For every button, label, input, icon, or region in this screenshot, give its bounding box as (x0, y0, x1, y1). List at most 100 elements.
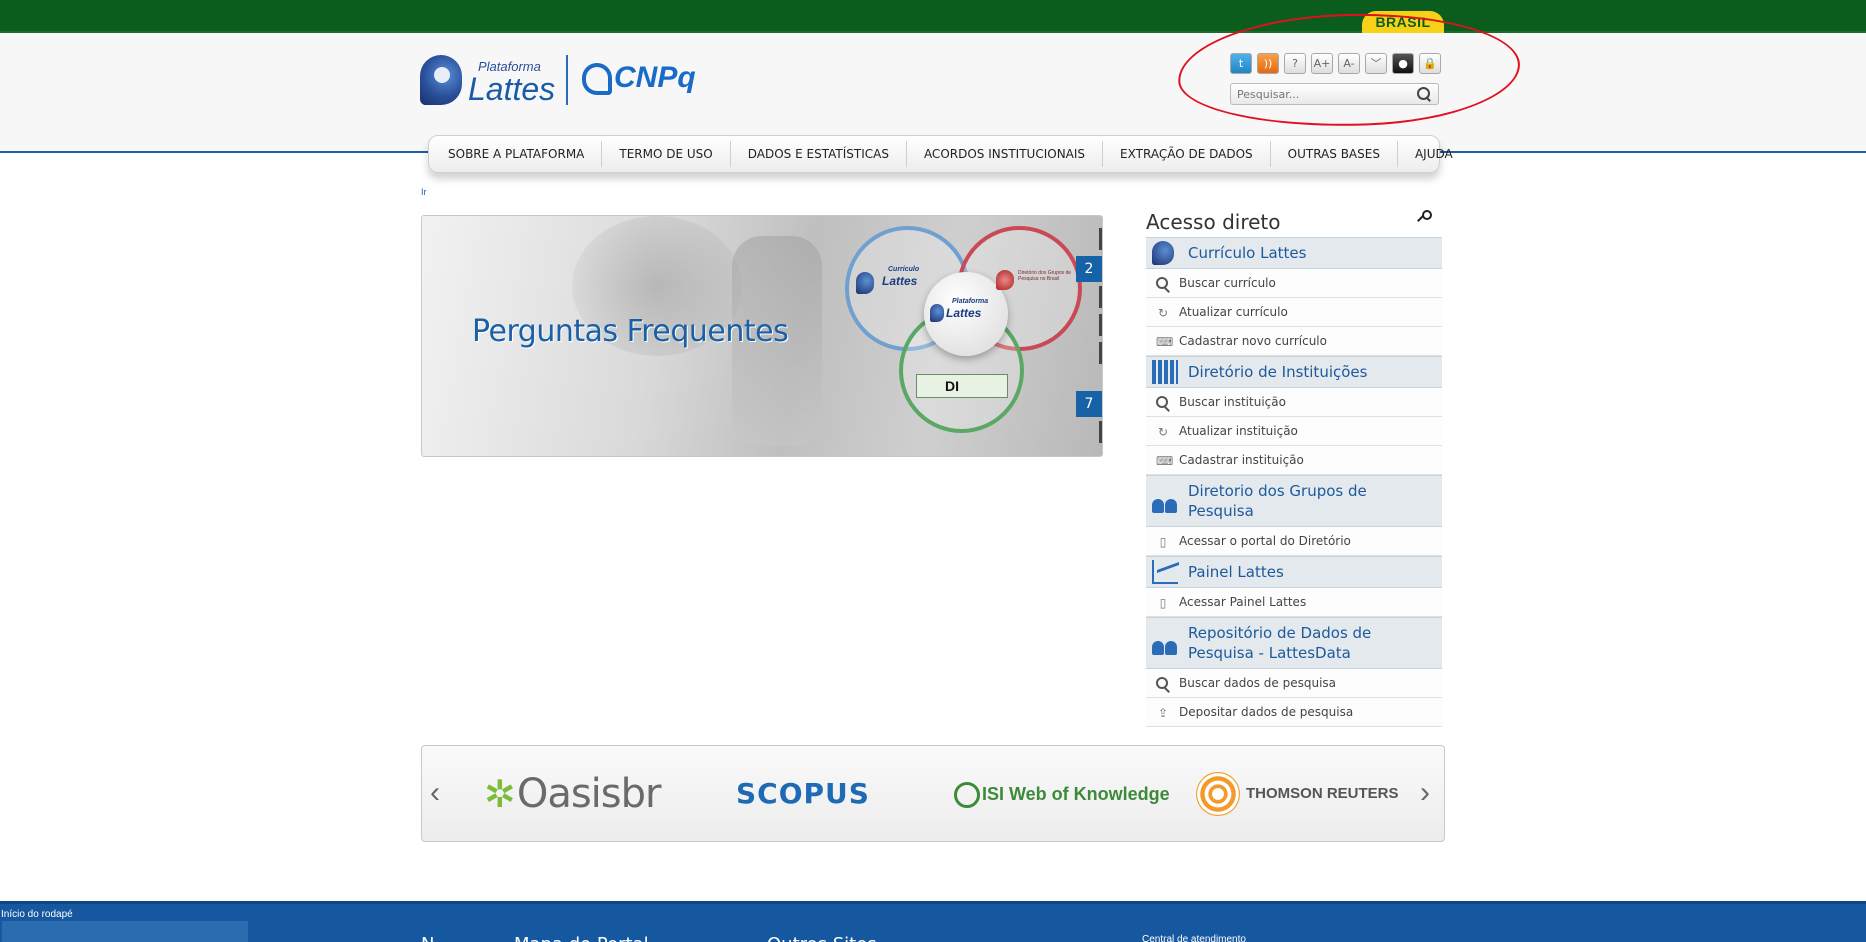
refresh-icon: ↻ (1157, 425, 1169, 439)
refresh-icon: ↻ (1157, 306, 1169, 320)
section-repositorio-dados[interactable]: Repositório de Dados de Pesquisa - Latte… (1146, 617, 1442, 669)
nav-item-acordos[interactable]: ACORDOS INSTITUCIONAIS (907, 141, 1104, 167)
search-box (1230, 83, 1439, 105)
chevron-right-icon[interactable]: › (1420, 778, 1436, 808)
font-increase-icon[interactable]: A+ (1311, 53, 1333, 74)
link-depositar-dados[interactable]: ⇪ Depositar dados de pesquisa (1146, 698, 1442, 727)
link-label: Atualizar instituição (1179, 424, 1298, 438)
partner-label: Oasisbr (516, 771, 662, 817)
banner-curriculo-label: Currículo (888, 266, 920, 273)
nav-item-termo[interactable]: TERMO DE USO (602, 141, 731, 167)
section-diretorio-instituicoes[interactable]: Diretório de Instituições (1146, 356, 1442, 388)
link-label: Depositar dados de pesquisa (1179, 705, 1354, 719)
slide-tab[interactable] (1099, 421, 1102, 443)
search-icon (1156, 396, 1170, 410)
main-nav: SOBRE A PLATAFORMA TERMO DE USO DADOS E … (428, 135, 1453, 173)
partner-oasisbr[interactable]: ✲Oasisbr (484, 771, 662, 817)
link-atualizar-curriculo[interactable]: ↻ Atualizar currículo (1146, 298, 1442, 327)
slide-tab[interactable] (1099, 342, 1102, 364)
acesso-direto-panel: Acesso direto Currículo Lattes Buscar cu… (1146, 207, 1442, 727)
search-icon[interactable] (1416, 86, 1432, 102)
footer-heading-outros[interactable]: Outros Sites (767, 934, 877, 942)
link-cadastrar-instituicao[interactable]: ⌨ Cadastrar instituição (1146, 446, 1442, 475)
mouse-icon: ▯ (1159, 535, 1167, 549)
hero-banner[interactable]: Perguntas Frequentes Currículo Lattes Pl… (421, 215, 1103, 457)
link-buscar-dados[interactable]: Buscar dados de pesquisa (1146, 669, 1442, 698)
building-icon (1152, 360, 1178, 384)
section-curriculo-lattes[interactable]: Currículo Lattes (1146, 237, 1442, 269)
acesso-direto-heading: Acesso direto (1146, 207, 1442, 237)
nav-item-dados[interactable]: DADOS E ESTATÍSTICAS (731, 141, 907, 167)
isi-ring-icon (954, 782, 980, 809)
banner-plataforma-label: Plataforma (952, 298, 989, 305)
link-acessar-painel[interactable]: ▯ Acessar Painel Lattes (1146, 588, 1442, 617)
font-decrease-icon[interactable]: A- (1338, 53, 1360, 74)
section-diretorio-grupos[interactable]: Diretorio dos Grupos de Pesquisa (1146, 475, 1442, 527)
lattes-logo-name: Lattes (468, 71, 556, 107)
contrast-icon[interactable]: ● (1392, 53, 1414, 74)
banner-title: Perguntas Frequentes (472, 314, 789, 349)
partner-scopus[interactable]: SCOPUS (736, 772, 870, 816)
partner-label: SCOPUS (736, 777, 870, 810)
cnpq-logo[interactable]: CNPq (582, 61, 696, 96)
nav-item-sobre[interactable]: SOBRE A PLATAFORMA (431, 141, 603, 167)
site-footer: Início do rodapé N Mapa do Portal Outros… (0, 901, 1866, 942)
footer-central-atendimento[interactable]: Central de atendimento (1142, 934, 1246, 942)
footer-heading-mapa[interactable]: Mapa do Portal (514, 934, 649, 942)
section-painel-lattes[interactable]: Painel Lattes (1146, 556, 1442, 588)
accessibility-toolbar: t )) ? A+ A- ﹀ ● 🔒 (1230, 53, 1441, 75)
chevron-left-icon[interactable]: ‹ (430, 778, 446, 808)
mouse-icon: ▯ (1159, 596, 1167, 610)
thomson-sun-icon (1196, 772, 1240, 817)
chevron-down-icon[interactable]: ﹀ (1365, 53, 1387, 74)
section-title: Diretorio dos Grupos de Pesquisa (1188, 482, 1367, 520)
search-input[interactable] (1237, 87, 1407, 102)
search-icon (1156, 277, 1170, 291)
slide-tab[interactable] (1099, 228, 1102, 250)
footer-box (2, 921, 248, 942)
wrench-icon[interactable] (1416, 210, 1432, 223)
banner-di-logo: DI (916, 374, 1008, 398)
people-icon (1152, 489, 1178, 513)
logo-divider (566, 55, 568, 105)
partner-label: THOMSON REUTERS (1246, 785, 1399, 802)
curriculo-pin-icon (856, 272, 874, 294)
nav-item-extracao[interactable]: EXTRAÇÃO DE DADOS (1103, 141, 1271, 167)
slide-tab[interactable] (1099, 286, 1102, 308)
link-label: Acessar o portal do Diretório (1179, 534, 1351, 548)
link-atualizar-instituicao[interactable]: ↻ Atualizar instituição (1146, 417, 1442, 446)
search-icon (1156, 677, 1170, 691)
link-acessar-diretorio[interactable]: ▯ Acessar o portal do Diretório (1146, 527, 1442, 556)
twitter-icon[interactable]: t (1230, 53, 1252, 74)
dgp-pin-icon (996, 270, 1014, 290)
slide-tab[interactable] (1099, 314, 1102, 336)
slide-number-2[interactable]: 2 (1076, 256, 1102, 282)
skip-link[interactable]: Ir (421, 187, 427, 197)
help-icon[interactable]: ? (1284, 53, 1306, 74)
link-label: Atualizar currículo (1179, 305, 1288, 319)
brasil-link[interactable]: BRASIL (1362, 11, 1444, 33)
link-buscar-instituicao[interactable]: Buscar instituição (1146, 388, 1442, 417)
rss-icon[interactable]: )) (1257, 53, 1279, 74)
lattes-pin-icon (420, 55, 462, 105)
link-cadastrar-curriculo[interactable]: ⌨ Cadastrar novo currículo (1146, 327, 1442, 356)
section-title: Currículo Lattes (1188, 244, 1307, 262)
partner-thomson-reuters[interactable]: THOMSON REUTERS (1196, 772, 1399, 817)
lattes-logo[interactable]: Plataforma Lattes (420, 53, 555, 109)
link-label: Cadastrar novo currículo (1179, 334, 1327, 348)
lock-icon[interactable]: 🔒 (1419, 53, 1441, 74)
banner-curriculo-lattes: Lattes (882, 274, 918, 288)
nav-item-outras-bases[interactable]: OUTRAS BASES (1271, 141, 1398, 167)
cnpq-logo-text: CNPq (614, 61, 696, 94)
banner-plataforma-lattes: Lattes (946, 306, 982, 320)
link-buscar-curriculo[interactable]: Buscar currículo (1146, 269, 1442, 298)
keyboard-icon: ⌨ (1156, 335, 1174, 349)
slide-number-7[interactable]: 7 (1076, 391, 1102, 417)
nav-item-ajuda[interactable]: AJUDA (1398, 141, 1470, 167)
partner-isi[interactable]: ISI Web of Knowledge (954, 772, 1170, 816)
upload-icon: ⇪ (1157, 706, 1169, 720)
link-label: Acessar Painel Lattes (1179, 595, 1307, 609)
link-label: Buscar instituição (1179, 395, 1286, 409)
section-title: Painel Lattes (1188, 563, 1284, 581)
government-bar: BRASIL (0, 0, 1866, 33)
